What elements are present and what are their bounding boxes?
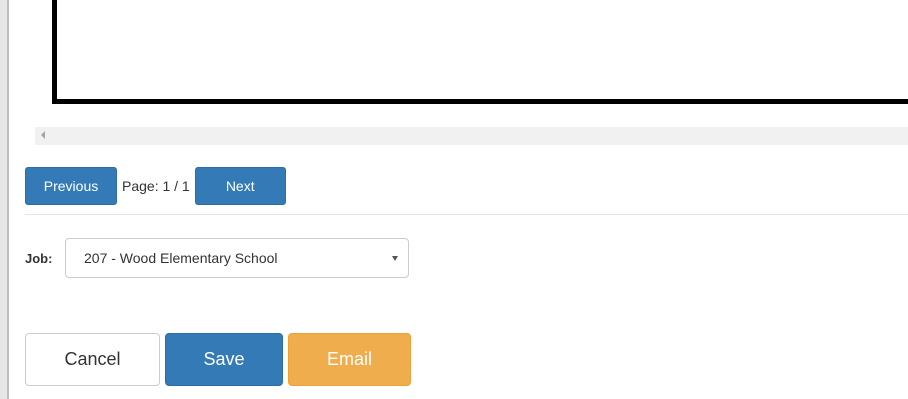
page-indicator: Page: 1 / 1 — [122, 178, 190, 194]
section-divider — [25, 214, 908, 215]
cancel-button[interactable]: Cancel — [25, 333, 160, 386]
scroll-left-arrow-icon[interactable] — [41, 131, 45, 139]
chevron-down-icon — [392, 255, 398, 261]
email-button[interactable]: Email — [288, 333, 411, 386]
next-page-button[interactable]: Next — [194, 167, 286, 205]
job-label: Job: — [25, 250, 53, 266]
form-actions: Cancel Save Email — [25, 333, 411, 386]
page: Previous Page: 1 / 1 Next Job: 207 - Woo… — [0, 0, 908, 399]
document-preview-frame — [52, 0, 908, 104]
save-button[interactable]: Save — [165, 333, 283, 386]
horizontal-scrollbar[interactable] — [35, 127, 908, 145]
job-selected-value: 207 - Wood Elementary School — [84, 250, 278, 266]
job-select[interactable]: 207 - Wood Elementary School — [65, 238, 409, 278]
left-panel-edge — [0, 0, 7, 399]
job-field: Job: 207 - Wood Elementary School — [25, 238, 409, 278]
pagination: Previous Page: 1 / 1 Next — [25, 167, 286, 205]
left-panel-divider — [7, 0, 9, 399]
previous-page-button[interactable]: Previous — [25, 167, 117, 205]
